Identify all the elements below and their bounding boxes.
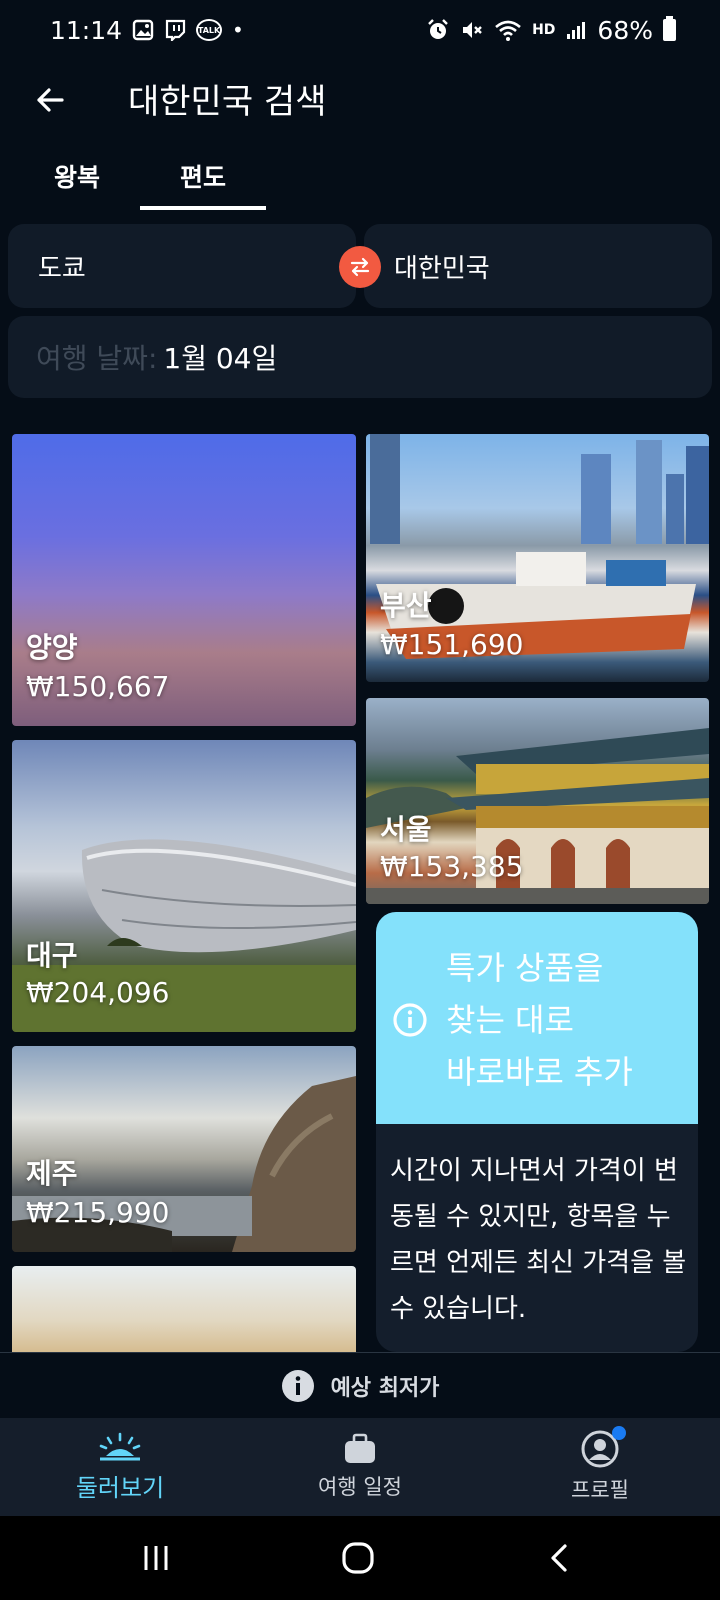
hd-voice-icon: HD bbox=[532, 22, 556, 38]
recent-apps-button[interactable] bbox=[136, 1538, 176, 1578]
back-button[interactable] bbox=[26, 76, 74, 124]
battery-icon bbox=[663, 16, 676, 41]
tab-round-trip[interactable]: 왕복 bbox=[14, 150, 140, 210]
notification-dot bbox=[612, 1426, 626, 1440]
swap-route-button[interactable] bbox=[339, 246, 381, 288]
destination-price: ₩204,096 bbox=[26, 976, 170, 1009]
tab-one-way[interactable]: 편도 bbox=[140, 150, 266, 210]
destination-price: ₩151,690 bbox=[380, 628, 524, 661]
header: 대한민국 검색 bbox=[0, 60, 720, 140]
destination-price: ₩153,385 bbox=[380, 850, 524, 883]
deal-headline: 특가 상품을 찾는 대로 바로바로 추가 bbox=[446, 942, 633, 1098]
briefcase-icon bbox=[345, 1433, 375, 1463]
nav-explore[interactable]: 둘러보기 bbox=[0, 1418, 240, 1516]
image-icon bbox=[132, 19, 154, 41]
deal-info-card: 특가 상품을 찾는 대로 바로바로 추가 시간이 지나면서 가격이 변동될 수 … bbox=[376, 912, 698, 1352]
alarm-icon bbox=[428, 19, 448, 39]
nav-label: 둘러보기 bbox=[75, 1473, 165, 1502]
kakaotalk-icon: TALK bbox=[196, 19, 223, 41]
home-button[interactable] bbox=[338, 1538, 378, 1578]
system-back-button[interactable] bbox=[540, 1538, 580, 1578]
info-icon bbox=[393, 1003, 427, 1037]
destination-card-jeju[interactable]: 제주 ₩215,990 bbox=[12, 1046, 356, 1252]
swap-arrows-icon bbox=[350, 257, 370, 277]
destination-price: ₩215,990 bbox=[26, 1196, 170, 1229]
destination-card-yangyang[interactable]: 양양 ₩150,667 bbox=[12, 434, 356, 726]
info-filled-icon bbox=[281, 1369, 314, 1402]
price-note-label: 예상 최저가 bbox=[330, 1375, 440, 1401]
recent-apps-icon bbox=[144, 1546, 168, 1570]
battery-percent: 68% bbox=[597, 15, 653, 45]
deal-info-banner: 특가 상품을 찾는 대로 바로바로 추가 bbox=[376, 912, 698, 1124]
destination-name: 서울 bbox=[380, 813, 432, 846]
destination-feed[interactable]: 양양 ₩150,667 부산 ₩151,690 서울 ₩153,385 대구 ₩… bbox=[0, 420, 720, 1352]
system-nav-bar bbox=[0, 1516, 720, 1600]
signal-icon bbox=[567, 22, 586, 39]
wifi-icon bbox=[495, 20, 521, 41]
sunrise-icon bbox=[99, 1432, 141, 1460]
status-left: 11:14 TALK • bbox=[50, 16, 244, 45]
destination-card-seoul[interactable]: 서울 ₩153,385 bbox=[366, 698, 709, 904]
destination-field[interactable]: 대한민국 bbox=[364, 224, 712, 308]
arrow-left-icon bbox=[37, 88, 64, 112]
status-bar: 11:14 TALK • HD 68% bbox=[0, 0, 720, 60]
destination-card-busan[interactable]: 부산 ₩151,690 bbox=[366, 434, 709, 682]
travel-date-label: 여행 날짜: bbox=[36, 342, 158, 375]
chevron-left-icon bbox=[551, 1544, 567, 1572]
travel-date-field[interactable]: 여행 날짜: 1월 04일 bbox=[8, 316, 712, 398]
deal-body-text: 시간이 지나면서 가격이 변동될 수 있지만, 항목을 누르면 언제든 최신 가… bbox=[390, 1156, 687, 1324]
page-title: 대한민국 검색 bbox=[128, 82, 327, 122]
destination-price: ₩150,667 bbox=[26, 670, 170, 703]
nav-trips[interactable]: 여행 일정 bbox=[240, 1418, 480, 1516]
origin-field[interactable]: 도쿄 bbox=[8, 224, 356, 308]
travel-date-value: 1월 04일 bbox=[163, 342, 278, 375]
origin-value: 도쿄 bbox=[38, 253, 86, 284]
destination-value: 대한민국 bbox=[394, 253, 490, 284]
destination-name: 대구 bbox=[26, 939, 78, 972]
destination-name: 부산 bbox=[380, 589, 432, 622]
mute-icon bbox=[463, 22, 482, 38]
active-tab-indicator bbox=[140, 206, 266, 210]
deal-headline-line1: 특가 상품을 bbox=[446, 949, 604, 987]
dot-icon: • bbox=[232, 18, 244, 42]
destination-name: 양양 bbox=[26, 631, 78, 664]
destination-card-partial[interactable] bbox=[12, 1266, 356, 1352]
trip-type-tabs: 왕복 편도 bbox=[0, 150, 720, 212]
status-right: HD 68% bbox=[426, 16, 676, 45]
nav-label: 여행 일정 bbox=[318, 1475, 402, 1499]
deal-headline-line2: 찾는 대로 bbox=[446, 1001, 574, 1039]
price-note-bar[interactable]: 예상 최저가 bbox=[0, 1352, 720, 1418]
status-time: 11:14 bbox=[50, 15, 123, 45]
home-icon bbox=[342, 1542, 374, 1574]
destination-name: 제주 bbox=[26, 1157, 78, 1190]
nav-label: 프로필 bbox=[571, 1478, 629, 1502]
destination-card-daegu[interactable]: 대구 ₩204,096 bbox=[12, 740, 356, 1032]
bottom-nav: 둘러보기 여행 일정 프로필 bbox=[0, 1418, 720, 1516]
nav-profile[interactable]: 프로필 bbox=[480, 1418, 720, 1516]
deal-headline-line3: 바로바로 추가 bbox=[446, 1053, 633, 1091]
twitch-icon bbox=[165, 19, 186, 41]
